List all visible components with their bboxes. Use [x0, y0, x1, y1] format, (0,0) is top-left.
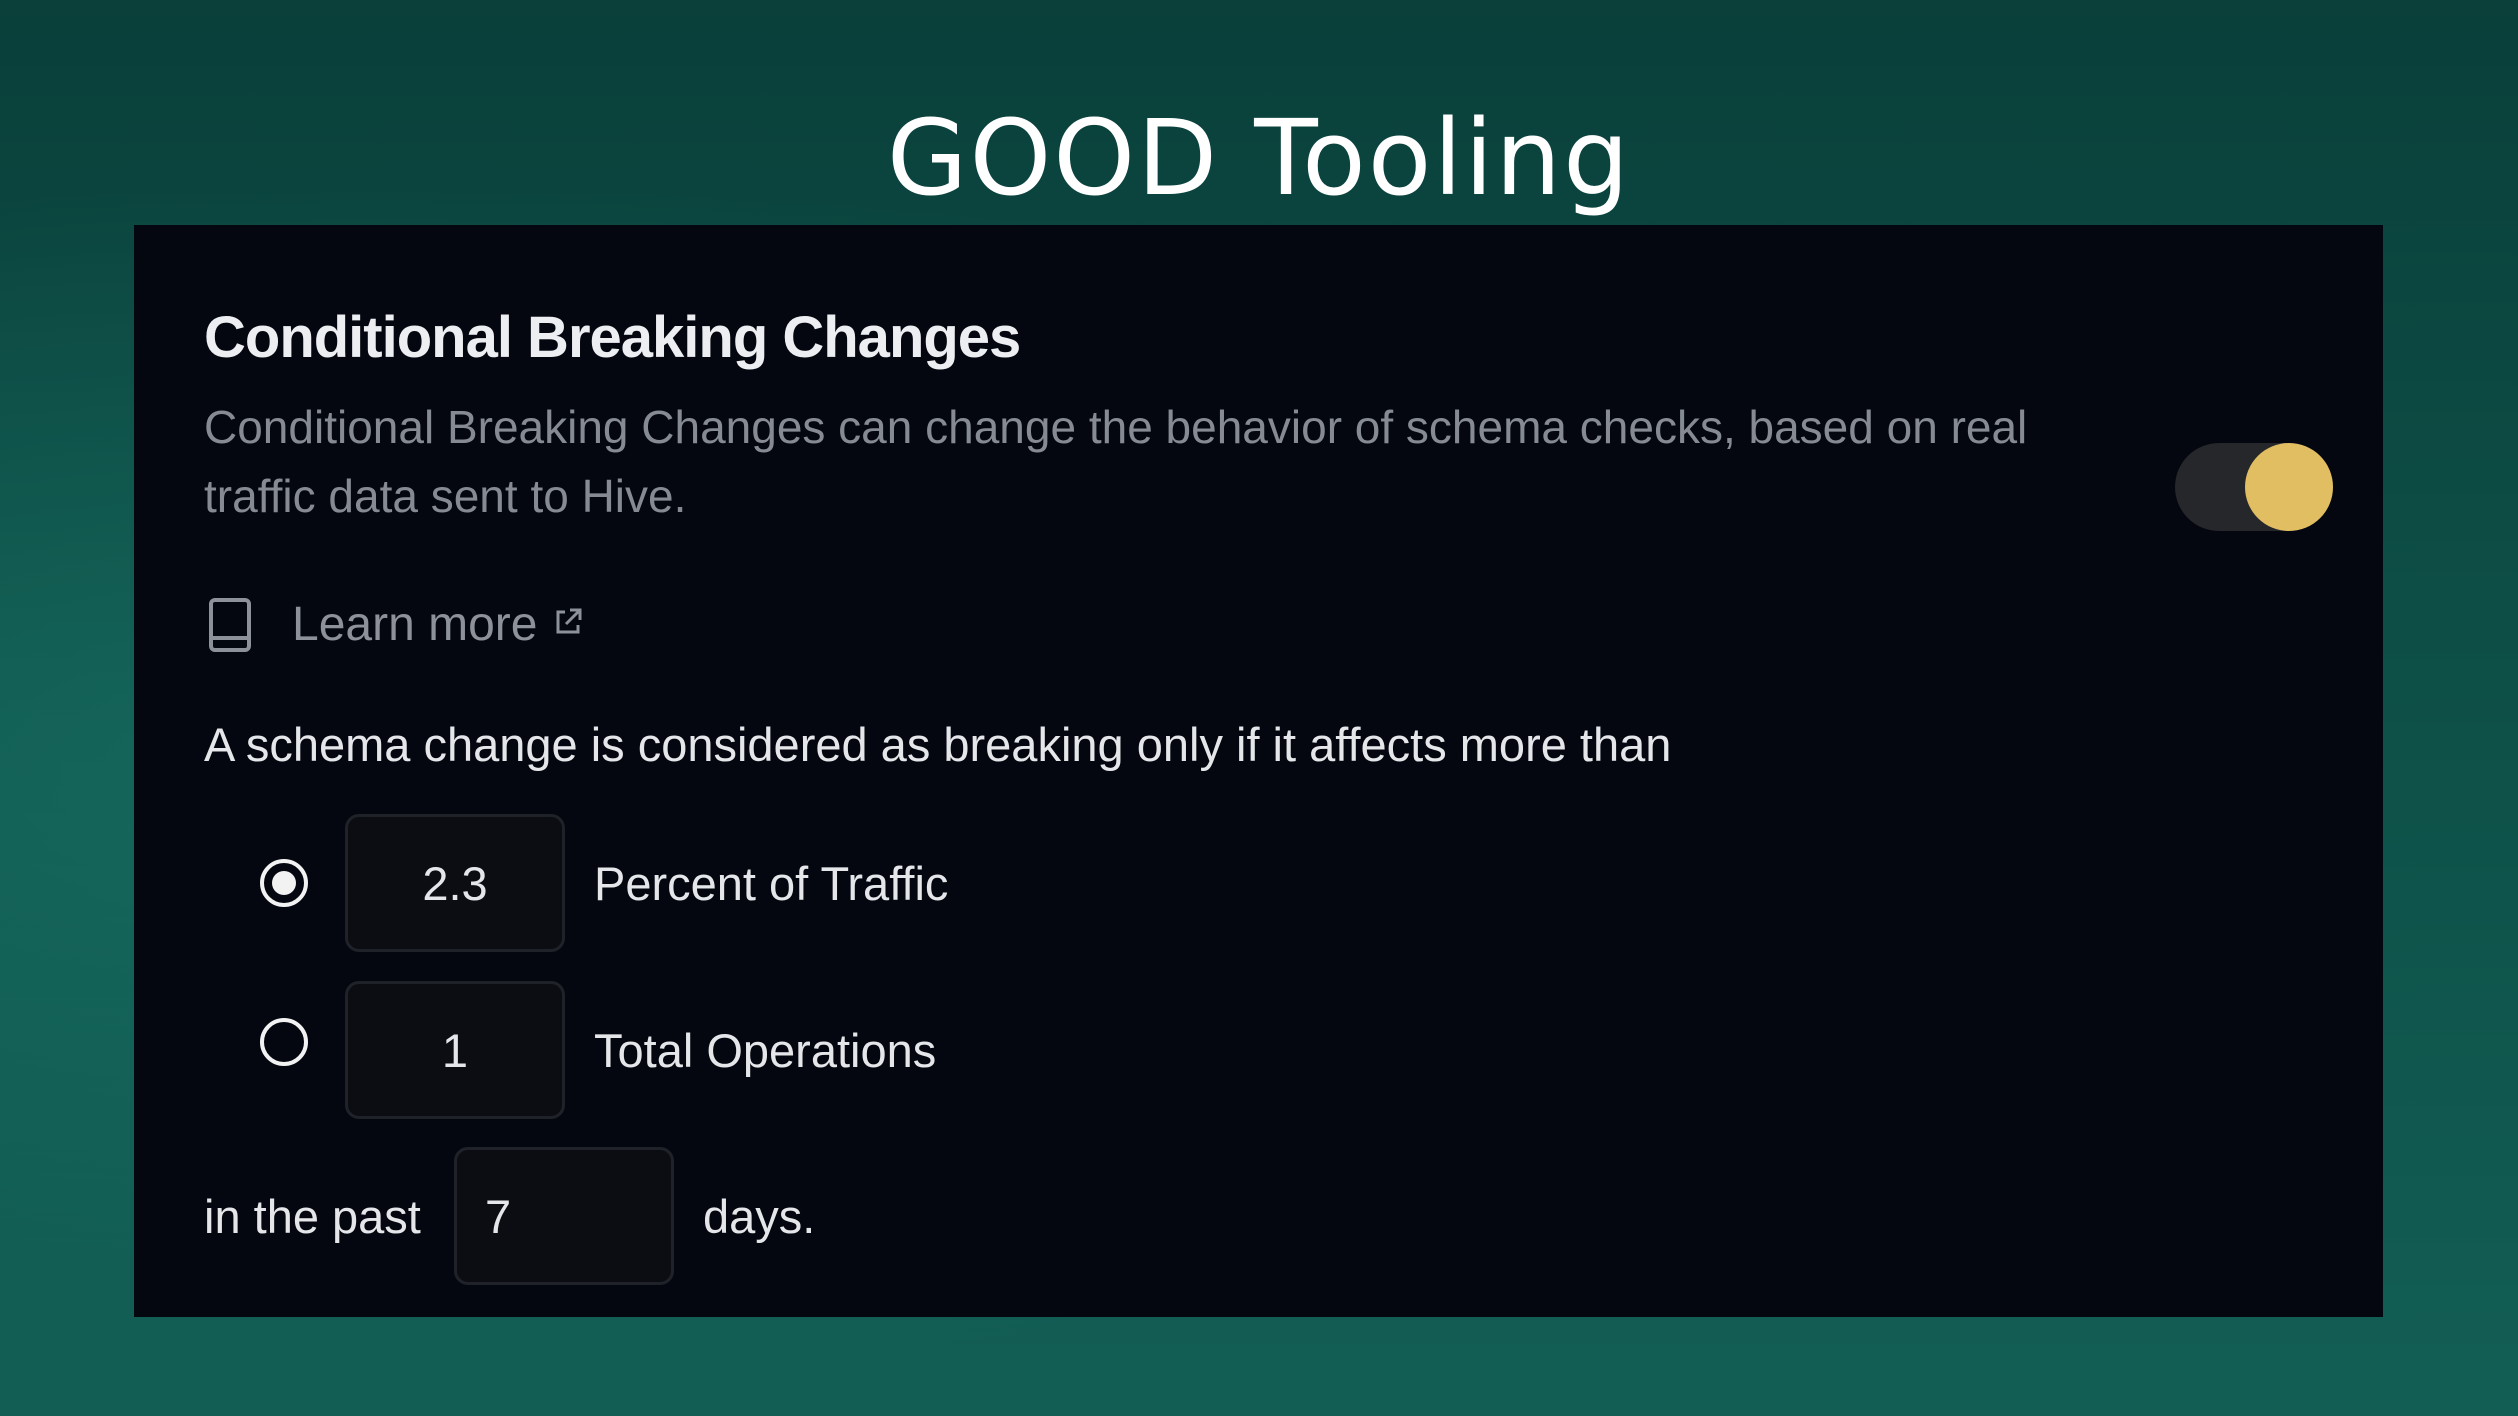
radio-total-operations[interactable]	[260, 1018, 308, 1066]
rule-text: A schema change is considered as breakin…	[204, 718, 1672, 771]
toggle-knob	[2245, 443, 2333, 531]
feature-toggle[interactable]	[2175, 443, 2333, 531]
period-suffix: days.	[703, 1190, 816, 1243]
total-operations-input[interactable]	[345, 981, 565, 1119]
learn-more-link[interactable]: Learn more	[208, 585, 583, 665]
settings-panel: Conditional Breaking Changes Conditional…	[134, 225, 2383, 1317]
learn-more-label: Learn more	[292, 598, 538, 651]
period-prefix: in the past	[204, 1190, 421, 1243]
slide-title: GOOD Tooling	[886, 97, 1632, 219]
days-input[interactable]	[454, 1147, 674, 1285]
panel-description: Conditional Breaking Changes can change …	[204, 401, 2028, 522]
total-operations-label: Total Operations	[594, 1024, 937, 1077]
book-icon	[208, 597, 252, 653]
percent-of-traffic-input[interactable]	[345, 814, 565, 952]
percent-of-traffic-label: Percent of Traffic	[594, 857, 949, 910]
panel-title: Conditional Breaking Changes	[204, 305, 1021, 370]
external-link-icon	[553, 607, 583, 637]
radio-percent-of-traffic[interactable]	[260, 859, 308, 907]
